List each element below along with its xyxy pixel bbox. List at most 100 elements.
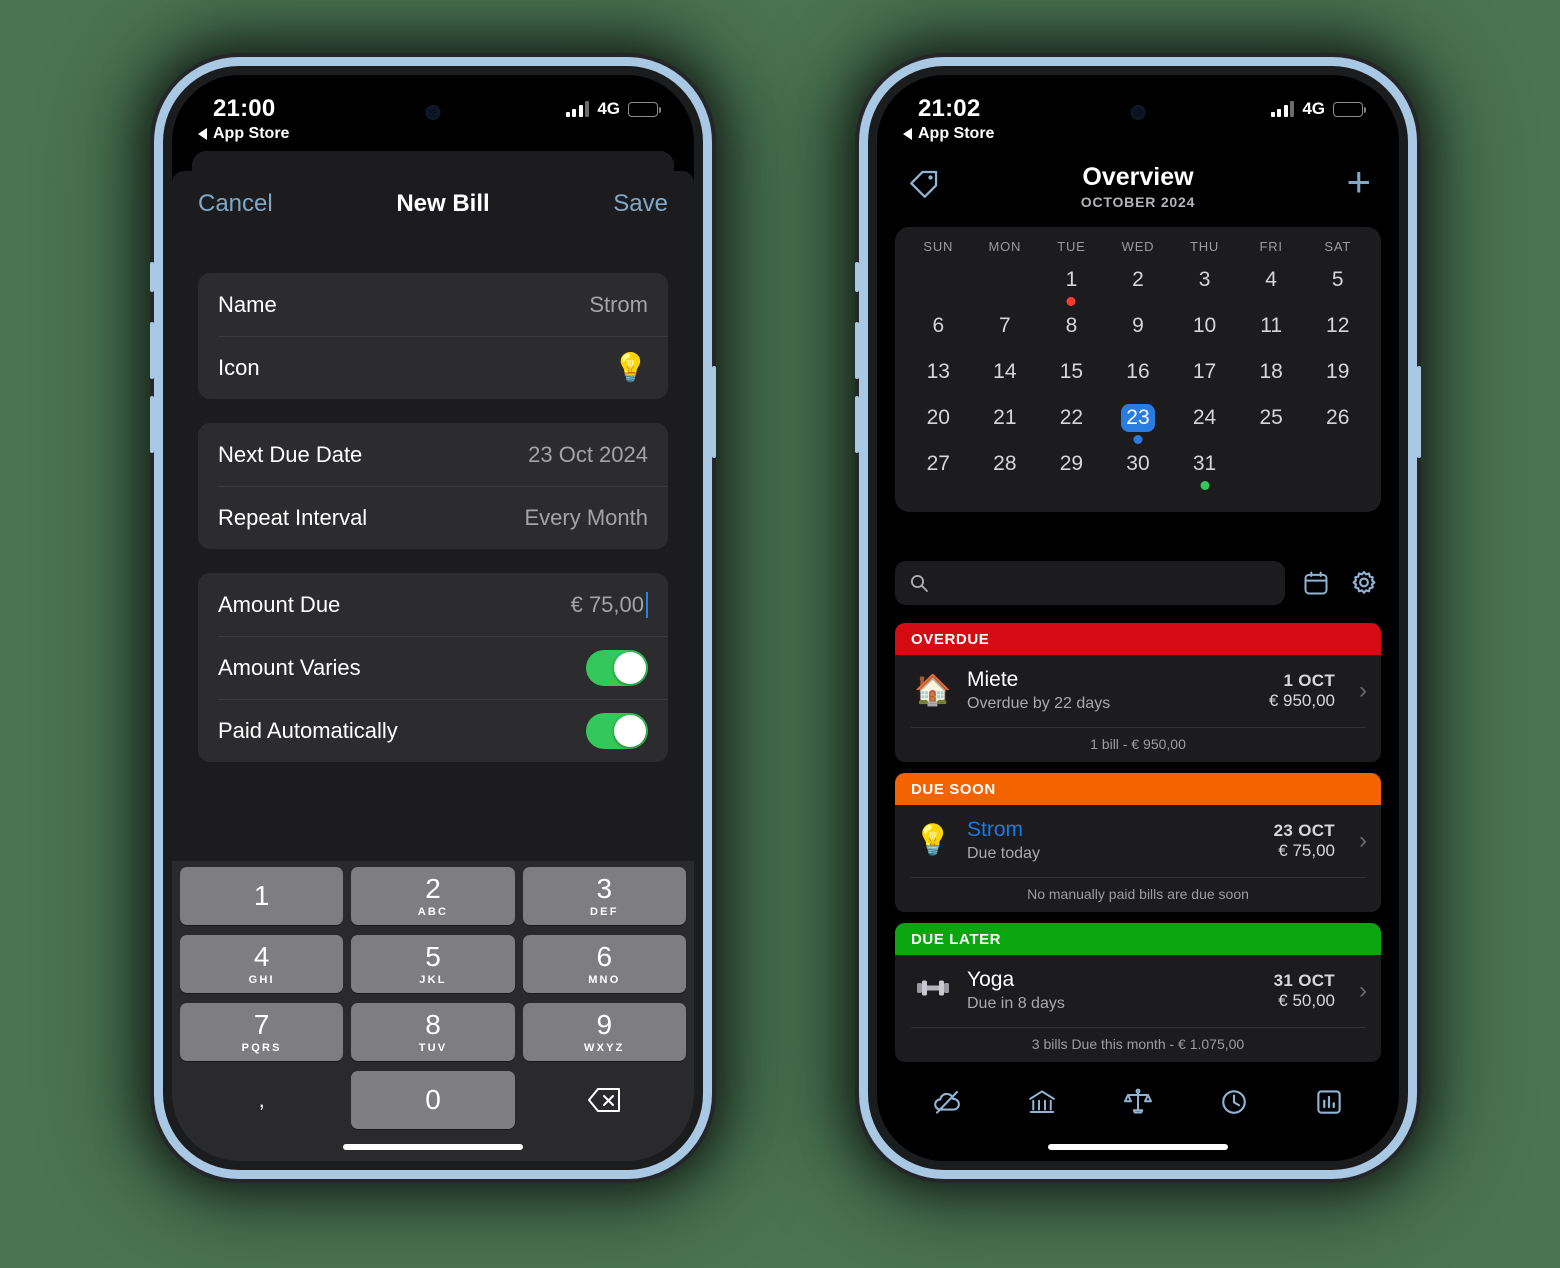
tab-statistics[interactable] — [1310, 1083, 1348, 1121]
next-due-date-value[interactable]: 23 Oct 2024 — [528, 442, 648, 468]
key-5[interactable]: 5 JKL — [351, 935, 515, 993]
bill-amount: € 75,00 — [1278, 841, 1335, 860]
calendar-day-20[interactable]: 20 — [905, 404, 972, 450]
search-input[interactable] — [937, 573, 1271, 593]
calendar-day-29[interactable]: 29 — [1038, 450, 1105, 496]
calendar-day-31[interactable]: 31 — [1171, 450, 1238, 496]
tab-unpaid[interactable] — [928, 1083, 966, 1121]
key-2[interactable]: 2 ABC — [351, 867, 515, 925]
calendar-icon — [1304, 571, 1328, 595]
table-row[interactable]: 🏠 Miete Overdue by 22 days 1 OCT € 950,0… — [895, 655, 1381, 727]
paid-automatically-toggle[interactable] — [586, 712, 648, 749]
key-comma[interactable]: , — [180, 1071, 343, 1129]
back-to-app-store[interactable]: App Store — [903, 125, 994, 143]
name-field-value[interactable]: Strom — [589, 292, 648, 318]
power-button[interactable] — [1417, 366, 1421, 458]
row-name[interactable]: Name Strom — [198, 273, 668, 336]
amount-varies-toggle[interactable] — [586, 649, 648, 686]
row-icon[interactable]: Icon 💡 — [198, 336, 668, 399]
key-1[interactable]: 1 — [180, 867, 344, 925]
calendar-day-6[interactable]: 6 — [905, 312, 972, 358]
calendar-day-7[interactable]: 7 — [972, 312, 1039, 358]
tab-overview[interactable] — [1119, 1083, 1157, 1121]
key-digit: 8 — [425, 1008, 441, 1040]
calendar-day-25[interactable]: 25 — [1238, 404, 1305, 450]
calendar-day-19[interactable]: 19 — [1304, 358, 1371, 404]
calendar-day-5[interactable]: 5 — [1304, 266, 1371, 312]
weekday-tue: TUE — [1057, 239, 1086, 254]
text-caret — [646, 591, 648, 618]
calendar-day-13[interactable]: 13 — [905, 358, 972, 404]
add-bill-button[interactable]: + — [1346, 161, 1371, 203]
key-3[interactable]: 3 DEF — [522, 867, 686, 925]
search-field[interactable] — [895, 561, 1285, 605]
row-amount-varies[interactable]: Amount Varies — [198, 636, 668, 699]
amount-due-field[interactable]: € 75,00 — [571, 591, 648, 618]
silent-switch[interactable] — [150, 262, 154, 292]
calendar-day-8[interactable]: 8 — [1038, 312, 1105, 358]
volume-up-button[interactable] — [855, 322, 859, 379]
calendar-day-17[interactable]: 17 — [1171, 358, 1238, 404]
calendar-day-number: 20 — [926, 406, 950, 429]
calendar-day-9[interactable]: 9 — [1105, 312, 1172, 358]
calendar-day-1[interactable]: 1 — [1038, 266, 1105, 312]
calendar-view-button[interactable] — [1299, 566, 1333, 600]
cancel-button[interactable]: Cancel — [198, 190, 273, 218]
silent-switch[interactable] — [855, 262, 859, 292]
key-8[interactable]: 8 TUV — [351, 1003, 515, 1061]
home-indicator[interactable] — [343, 1144, 523, 1150]
power-button[interactable] — [712, 366, 716, 458]
calendar-day-30[interactable]: 30 — [1105, 450, 1172, 496]
back-to-app-store[interactable]: App Store — [198, 125, 289, 143]
section-due-soon: DUE SOON 💡 Strom Due today 23 OCT € 75,0… — [895, 773, 1381, 912]
calendar-day-3[interactable]: 3 — [1171, 266, 1238, 312]
calendar-day-number: 25 — [1259, 406, 1283, 429]
row-paid-automatically[interactable]: Paid Automatically — [198, 699, 668, 762]
table-row[interactable]: 💡 Strom Due today 23 OCT € 75,00 › — [895, 805, 1381, 877]
calendar-day-27[interactable]: 27 — [905, 450, 972, 496]
tab-accounts[interactable] — [1023, 1083, 1061, 1121]
volume-down-button[interactable] — [855, 396, 859, 453]
key-delete[interactable] — [523, 1071, 686, 1129]
calendar-day-empty — [905, 266, 972, 312]
calendar-day-28[interactable]: 28 — [972, 450, 1039, 496]
bill-status: Due today — [967, 845, 1040, 862]
table-row[interactable]: Yoga Due in 8 days 31 OCT € 50,00 › — [895, 955, 1381, 1027]
bill-info: Strom Due today — [967, 817, 1260, 865]
calendar-day-26[interactable]: 26 — [1304, 404, 1371, 450]
key-6[interactable]: 6 MNO — [522, 935, 686, 993]
lightbulb-icon[interactable]: 💡 — [613, 351, 648, 384]
volume-up-button[interactable] — [150, 322, 154, 379]
calendar-day-24[interactable]: 24 — [1171, 404, 1238, 450]
volume-down-button[interactable] — [150, 396, 154, 453]
calendar-day-11[interactable]: 11 — [1238, 312, 1305, 358]
calendar-day-12[interactable]: 12 — [1304, 312, 1371, 358]
key-7[interactable]: 7 PQRS — [180, 1003, 344, 1061]
amount-due-value[interactable]: € 75,00 — [571, 592, 644, 618]
row-amount-due[interactable]: Amount Due € 75,00 — [198, 573, 668, 636]
calendar-day-21[interactable]: 21 — [972, 404, 1039, 450]
calendar-week-row: 20 21 22 23 24 25 26 — [905, 404, 1371, 450]
repeat-interval-value[interactable]: Every Month — [525, 505, 649, 531]
bottom-tab-bar — [877, 1073, 1399, 1131]
calendar-day-15[interactable]: 15 — [1038, 358, 1105, 404]
home-indicator[interactable] — [1048, 1144, 1228, 1150]
calendar-day-14[interactable]: 14 — [972, 358, 1039, 404]
key-0[interactable]: 0 — [351, 1071, 515, 1129]
key-9[interactable]: 9 WXYZ — [522, 1003, 686, 1061]
row-next-due-date[interactable]: Next Due Date 23 Oct 2024 — [198, 423, 668, 486]
dumbbell-icon — [913, 976, 953, 1006]
settings-button[interactable] — [1347, 566, 1381, 600]
save-button[interactable]: Save — [613, 190, 668, 218]
calendar-day-23[interactable]: 23 — [1105, 404, 1172, 450]
tab-history[interactable] — [1215, 1083, 1253, 1121]
calendar-day-4[interactable]: 4 — [1238, 266, 1305, 312]
network-type-label: 4G — [1302, 99, 1325, 118]
calendar-day-18[interactable]: 18 — [1238, 358, 1305, 404]
calendar-day-22[interactable]: 22 — [1038, 404, 1105, 450]
calendar-day-2[interactable]: 2 — [1105, 266, 1172, 312]
calendar-day-16[interactable]: 16 — [1105, 358, 1172, 404]
row-repeat-interval[interactable]: Repeat Interval Every Month — [198, 486, 668, 549]
key-4[interactable]: 4 GHI — [180, 935, 344, 993]
calendar-day-10[interactable]: 10 — [1171, 312, 1238, 358]
